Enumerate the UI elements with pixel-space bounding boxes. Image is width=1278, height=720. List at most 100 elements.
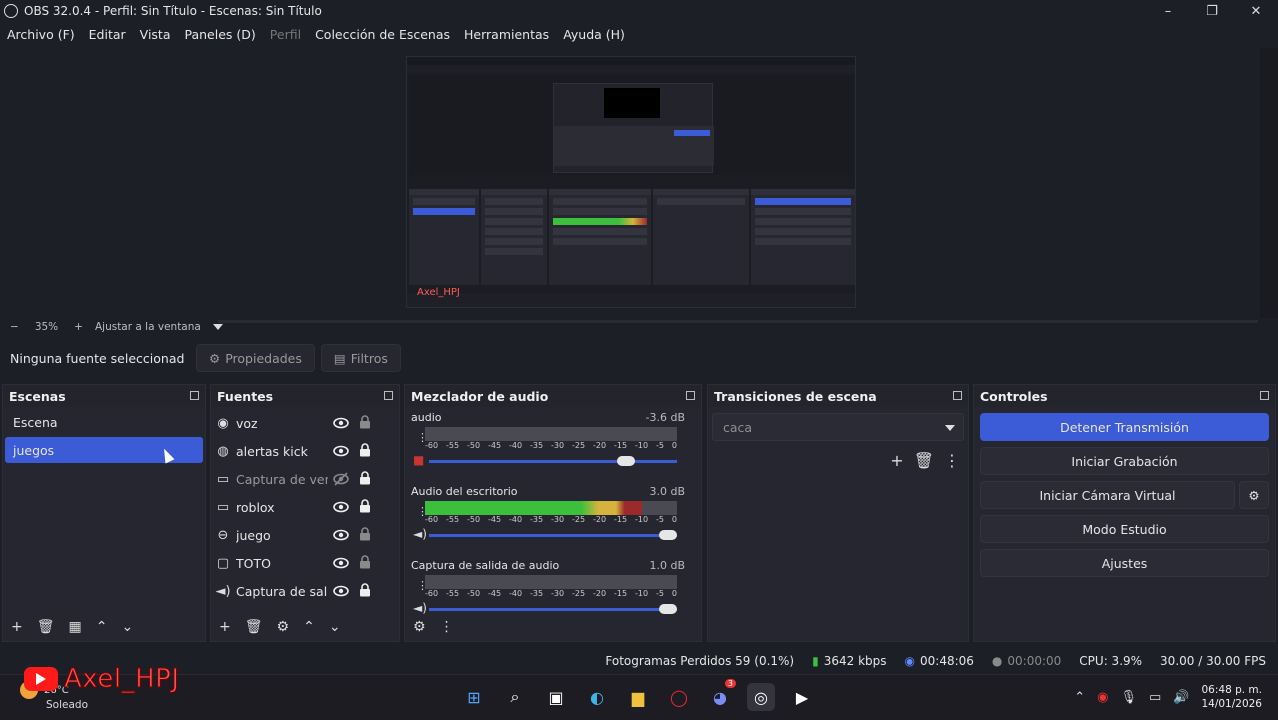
tick-label: -25	[572, 515, 586, 524]
start-recording-button[interactable]: Iniciar Grabación	[980, 447, 1269, 475]
scene-item[interactable]: Escena	[5, 409, 203, 435]
volume-icon[interactable]: 🔊	[1173, 690, 1189, 705]
zoom-out-button[interactable]: −	[10, 321, 19, 333]
properties-button[interactable]: ⚙ Propiedades	[196, 344, 315, 372]
minimize-button[interactable]: –	[1146, 0, 1190, 22]
move-down-icon[interactable]: ⌄	[329, 619, 341, 635]
preview-horizontal-scrollbar[interactable]	[218, 320, 1258, 323]
transition-select[interactable]: caca	[712, 413, 964, 441]
unlock-icon[interactable]	[359, 527, 371, 541]
opera-gx-icon[interactable]: ◯	[665, 683, 693, 711]
canvas-mirror-preview	[409, 75, 853, 175]
source-item[interactable]: ◄) Captura de salida de audio	[211, 577, 399, 605]
microphone-icon[interactable]: 🎙	[1120, 690, 1137, 705]
eye-icon[interactable]	[333, 444, 349, 458]
undock-icon[interactable]	[953, 391, 962, 400]
nested-black-area	[604, 88, 660, 118]
studio-mode-button[interactable]: Modo Estudio	[980, 515, 1269, 543]
eye-icon[interactable]	[333, 584, 349, 598]
source-item[interactable]: ▢ TOTO	[211, 549, 399, 577]
source-properties-icon[interactable]: ⚙	[277, 619, 290, 635]
source-toolbar: Ninguna fuente seleccionad ⚙ Propiedades…	[0, 342, 1278, 374]
obs-taskbar-icon[interactable]: ◎	[747, 683, 775, 711]
eye-icon[interactable]	[333, 416, 349, 430]
preview-area[interactable]: Axel_HPJ	[0, 48, 1278, 318]
lock-icon[interactable]	[359, 471, 371, 485]
transition-menu-icon[interactable]: ⋮	[944, 451, 960, 470]
tick-label: -5	[656, 515, 664, 524]
lock-icon[interactable]	[359, 499, 371, 513]
search-icon[interactable]: ⌕	[501, 683, 529, 711]
virtual-camera-settings-button[interactable]: ⚙	[1239, 481, 1269, 509]
lock-icon[interactable]	[359, 583, 371, 597]
tick-label: -55	[446, 589, 460, 598]
mixer-menu-icon[interactable]: ⋮	[440, 619, 454, 635]
recording-tray-icon[interactable]: ◉	[1097, 690, 1108, 705]
volume-slider[interactable]	[429, 530, 677, 540]
settings-button[interactable]: Ajustes	[980, 549, 1269, 577]
source-item[interactable]: ◉ voz	[211, 409, 399, 437]
start-virtual-camera-button[interactable]: Iniciar Cámara Virtual	[980, 481, 1235, 509]
undock-icon[interactable]	[1260, 391, 1269, 400]
add-scene-icon[interactable]: +	[11, 619, 23, 635]
move-up-icon[interactable]: ⌃	[96, 619, 108, 635]
network-icon[interactable]: ▭	[1149, 690, 1161, 705]
windows-start-icon[interactable]: ⊞	[460, 683, 488, 711]
file-explorer-icon[interactable]: ▆	[624, 683, 652, 711]
stop-streaming-button[interactable]: Detener Transmisión	[980, 413, 1269, 441]
move-down-icon[interactable]: ⌄	[121, 619, 133, 635]
menu-item[interactable]: Archivo (F)	[0, 27, 82, 42]
undock-icon[interactable]	[190, 391, 199, 400]
eye-icon[interactable]	[333, 528, 349, 542]
edge-icon[interactable]: ◐	[583, 683, 611, 711]
speaker-icon[interactable]: ◄)	[413, 527, 427, 541]
remove-transition-icon[interactable]: 🗑	[914, 451, 934, 470]
scene-filters-icon[interactable]: ▦	[69, 619, 82, 635]
menu-item[interactable]: Ayuda (H)	[556, 27, 632, 42]
add-source-icon[interactable]: +	[219, 619, 231, 635]
remove-source-icon[interactable]: 🗑	[245, 619, 263, 635]
remove-scene-icon[interactable]: 🗑	[37, 619, 55, 635]
eye-off-icon[interactable]	[333, 472, 349, 486]
undock-icon[interactable]	[686, 391, 695, 400]
lock-icon[interactable]	[359, 443, 371, 457]
channel-db: 3.0 dB	[649, 485, 685, 498]
menu-item[interactable]: Vista	[133, 27, 178, 42]
discord-icon[interactable]: ◕ 3	[706, 679, 736, 711]
source-item[interactable]: ▭ Captura de ventana	[211, 465, 399, 493]
media-player-icon[interactable]: ▶	[788, 683, 816, 711]
volume-slider[interactable]	[429, 456, 677, 466]
maximize-button[interactable]: ❐	[1190, 0, 1234, 22]
zoom-in-button[interactable]: +	[74, 321, 83, 333]
menu-item[interactable]: Editar	[82, 27, 133, 42]
filters-button[interactable]: ▤ Filtros	[320, 344, 401, 372]
eye-icon[interactable]	[333, 500, 349, 514]
menu-item[interactable]: Colección de Escenas	[308, 27, 457, 42]
zoom-dropdown-icon[interactable]	[212, 324, 223, 330]
close-button[interactable]: ✕	[1234, 0, 1278, 22]
slider-knob[interactable]	[616, 456, 635, 466]
chevron-up-icon[interactable]: ⌃	[1074, 690, 1085, 705]
speaker-muted-icon[interactable]: ■	[413, 453, 424, 467]
preview-vertical-scrollbar[interactable]	[1260, 48, 1278, 318]
record-time-value: 00:00:00	[1007, 654, 1062, 668]
unlock-icon[interactable]	[359, 555, 371, 569]
source-item[interactable]: ⊖ juego	[211, 521, 399, 549]
task-view-icon[interactable]: ▣	[542, 683, 570, 711]
eye-icon[interactable]	[333, 556, 349, 570]
slider-knob[interactable]	[659, 530, 677, 540]
add-transition-icon[interactable]: +	[890, 451, 903, 470]
canvas-mirror-scenes	[409, 189, 479, 285]
clock[interactable]: 06:48 p. m. 14/01/2026	[1201, 683, 1262, 711]
undock-icon[interactable]	[384, 391, 393, 400]
source-item[interactable]: ▭ roblox	[211, 493, 399, 521]
move-up-icon[interactable]: ⌃	[303, 619, 315, 635]
menu-item[interactable]: Paneles (D)	[178, 27, 263, 42]
source-item[interactable]: ◍ alertas kick	[211, 437, 399, 465]
unlock-icon[interactable]	[359, 415, 371, 429]
volume-slider[interactable]	[429, 604, 677, 614]
virtual-camera-row: Iniciar Cámara Virtual ⚙	[980, 481, 1269, 509]
menu-item[interactable]: Herramientas	[457, 27, 556, 42]
preview-canvas[interactable]: Axel_HPJ	[406, 56, 856, 308]
advanced-audio-icon[interactable]: ⚙	[413, 619, 426, 635]
